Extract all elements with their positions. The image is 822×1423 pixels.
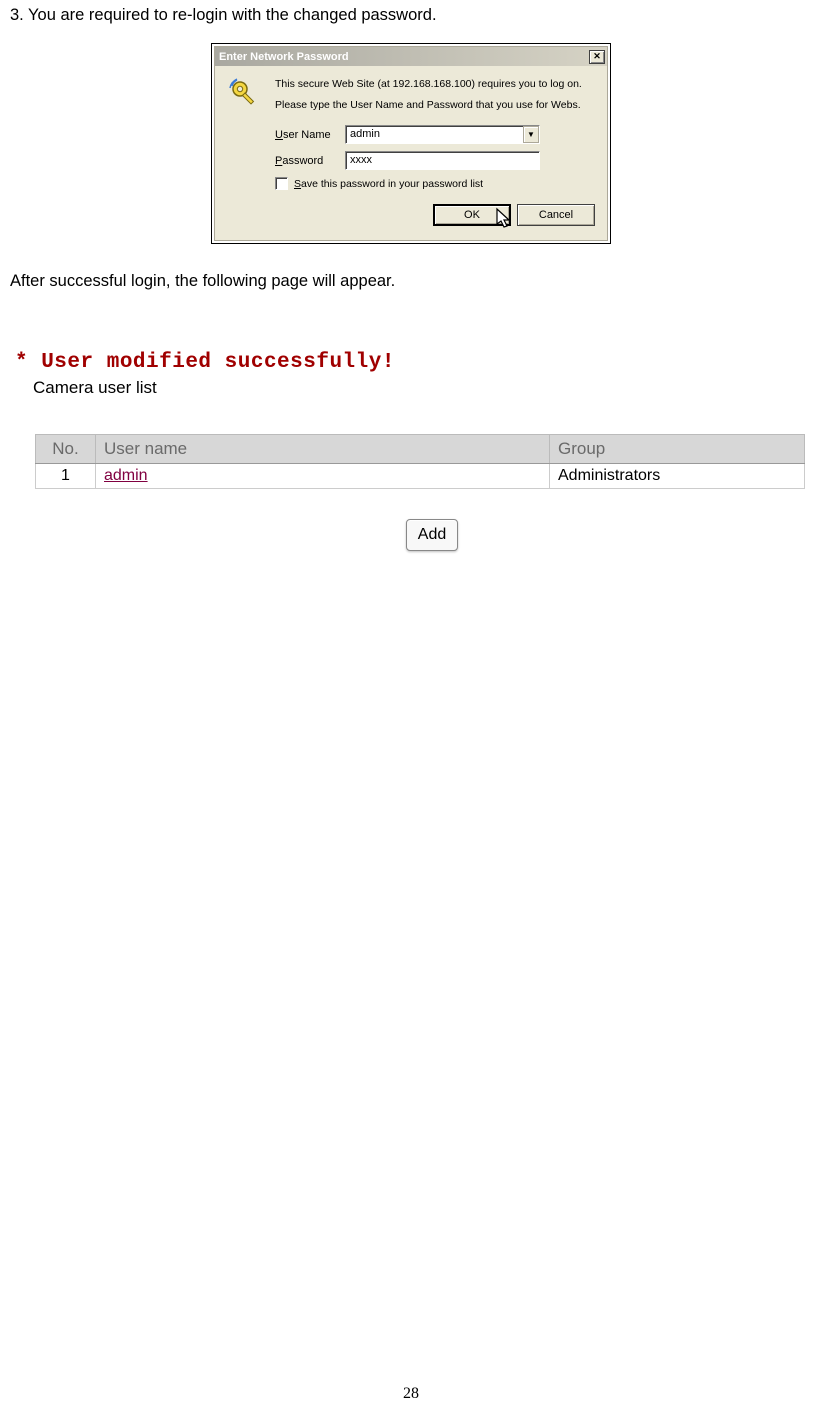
dialog-message-1: This secure Web Site (at 192.168.168.100… (275, 78, 595, 90)
column-header-username: User name (96, 435, 550, 464)
row-number: 1 (36, 464, 96, 489)
cursor-icon (495, 207, 515, 236)
column-header-group: Group (550, 435, 805, 464)
dialog-titlebar: Enter Network Password ✕ (215, 47, 607, 66)
row-group: Administrators (550, 464, 805, 489)
add-button[interactable]: Add (406, 519, 458, 551)
step-instruction: 3. You are required to re-login with the… (10, 6, 812, 25)
user-table: No. User name Group 1 admin Administrato… (35, 434, 805, 489)
user-list-title: Camera user list (33, 378, 807, 398)
chevron-down-icon: ▼ (527, 126, 535, 143)
table-row: 1 admin Administrators (36, 464, 805, 489)
password-label: Password (275, 155, 345, 167)
username-input[interactable]: admin ▼ (345, 125, 540, 144)
followup-text: After successful login, the following pa… (10, 272, 812, 291)
save-password-label: Save this password in your password list (294, 178, 483, 190)
success-message: * User modified successfully! (15, 351, 807, 374)
network-password-dialog: Enter Network Password ✕ This secu (214, 46, 608, 241)
close-icon: ✕ (593, 51, 601, 62)
save-password-checkbox[interactable] (275, 177, 288, 190)
username-label: User Name (275, 129, 345, 141)
login-dialog-figure: Enter Network Password ✕ This secu (10, 43, 812, 244)
user-link[interactable]: admin (104, 467, 148, 484)
cancel-button[interactable]: Cancel (517, 204, 595, 226)
password-input[interactable]: xxxx (345, 151, 540, 170)
page-number: 28 (0, 1385, 822, 1403)
column-header-no: No. (36, 435, 96, 464)
dialog-title: Enter Network Password (219, 51, 589, 63)
close-button[interactable]: ✕ (589, 50, 605, 64)
key-icon (229, 78, 261, 110)
dialog-message-2: Please type the User Name and Password t… (275, 99, 595, 111)
username-dropdown-arrow[interactable]: ▼ (523, 126, 539, 143)
